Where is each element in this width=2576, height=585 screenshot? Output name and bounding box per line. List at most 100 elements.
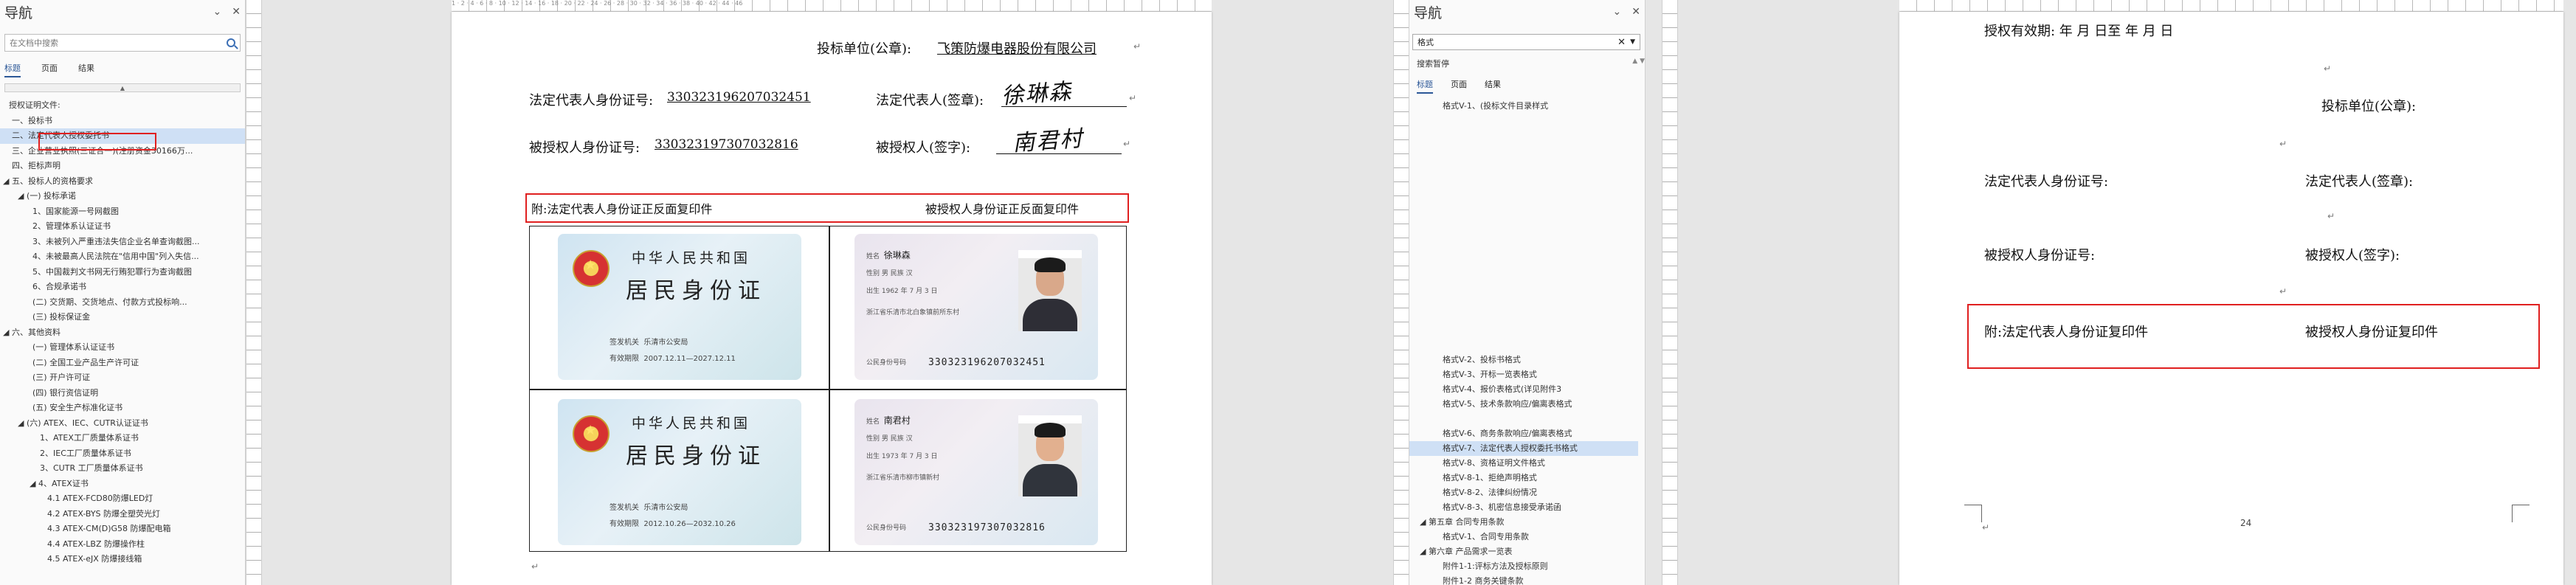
holder-photo xyxy=(1018,415,1082,496)
nav-heading-item[interactable]: 5、中国裁判文书网无行贿犯罪行为查询截图 xyxy=(0,265,245,280)
nav-heading-item[interactable]: 授权证明文件: xyxy=(0,98,245,114)
tab-pages[interactable]: 页面 xyxy=(41,62,58,77)
nav-heading-item[interactable]: (三) 投标保证金 xyxy=(0,310,245,325)
tab-headings[interactable]: 标题 xyxy=(1417,78,1433,94)
valid-value: 2007.12.11—2027.12.11 xyxy=(643,355,736,363)
card-name: 居民身份证 xyxy=(626,278,766,304)
annotation-box-nav xyxy=(38,133,156,150)
nav-heading-item[interactable]: 1、ATEX工厂质量体系证书 xyxy=(0,431,245,446)
tab-results[interactable]: 结果 xyxy=(78,62,94,77)
id-card-legal-photo: 姓名 徐琳森 性别 男 民族 汉 出生 1962 年 7 月 3 日 浙江省乐清… xyxy=(854,234,1098,380)
auth-sign-label: 被授权人(签字): xyxy=(876,140,971,156)
holder-sex: 性别 男 民族 汉 xyxy=(866,435,913,443)
holder-name: 南君村 xyxy=(883,415,911,426)
nav-search-input[interactable]: 格式 ✕ ▼ xyxy=(1412,34,1640,50)
crop-mark xyxy=(2512,505,2530,522)
vertical-ruler xyxy=(1393,0,1409,585)
chevron-down-icon[interactable]: ⌄ xyxy=(1613,6,1622,18)
nav-heading-item[interactable]: 格式V-8-1、拒绝声明格式 xyxy=(1409,471,1537,485)
nav-heading-item[interactable]: 格式V-8-2、法律纠纷情况 xyxy=(1409,485,1537,500)
valid-label: 有效期限 xyxy=(610,520,639,528)
nav-heading-item[interactable]: 4.1 ATEX-FCD80防爆LED灯 xyxy=(0,491,245,507)
close-icon[interactable]: ✕ xyxy=(232,6,241,18)
issuer-label: 签发机关 xyxy=(610,339,639,347)
search-icon[interactable] xyxy=(227,38,235,47)
nav-header: 导航 ⌄ ✕ xyxy=(0,0,245,24)
nav-heading-item[interactable]: ◢ 第六章 产品需求一览表 xyxy=(1409,544,1512,559)
nav-heading-item[interactable]: 2、管理体系认证证书 xyxy=(0,219,245,235)
scroll-up-arrow-icon[interactable]: ▲ xyxy=(4,83,241,92)
nav-heading-item[interactable]: ◢ 4、ATEX证书 xyxy=(0,477,245,492)
nav-search-input[interactable]: 在文档中搜索 xyxy=(4,34,241,52)
chevron-down-icon[interactable]: ▼ xyxy=(1630,38,1635,46)
nav-heading-item[interactable]: ◢ (六) ATEX、IEC、CUTR认证证书 xyxy=(0,416,245,432)
search-status: 搜索暂停 ▲ ▼ xyxy=(1417,58,1645,69)
close-icon[interactable]: ✕ xyxy=(1631,6,1640,18)
chevron-down-icon[interactable]: ⌄ xyxy=(213,6,222,18)
paragraph-mark: ↵ xyxy=(531,561,539,572)
tab-pages[interactable]: 页面 xyxy=(1451,78,1467,94)
nav-heading-item[interactable]: 格式V-7、法定代表人授权委托书格式 xyxy=(1409,441,1638,456)
tab-results[interactable]: 结果 xyxy=(1485,78,1501,94)
holder-name: 徐琳森 xyxy=(883,250,911,260)
annotation-box-annex xyxy=(1967,304,2540,369)
nav-heading-item[interactable]: 格式V-5、技术条款响应/偏离表格式 xyxy=(1409,397,1572,412)
valid-label: 有效期限 xyxy=(610,355,639,363)
nav-heading-item[interactable]: (三) 开户许可证 xyxy=(0,370,245,386)
nav-heading-item[interactable]: 格式V-6、商务条款响应/偏离表格式 xyxy=(1409,426,1572,441)
nav-heading-item[interactable]: 一、投标书 xyxy=(0,114,245,129)
nav-heading-item[interactable]: 四、拒标声明 xyxy=(0,159,245,174)
paragraph-mark: ↵ xyxy=(2279,139,2287,149)
nav-title: 导航 xyxy=(4,4,33,21)
nav-heading-item[interactable]: 4.5 ATEX-eJX 防爆接线箱 xyxy=(0,552,245,567)
nav-heading-item[interactable]: 6、合规承诺书 xyxy=(0,280,245,295)
nav-heading-item[interactable]: ◢ 第五章 合同专用条款 xyxy=(1409,515,1504,530)
annotation-box-annex xyxy=(525,193,1129,223)
nav-item[interactable]: 格式V-1、(投标文件目录样式 xyxy=(1443,100,1645,111)
auth-id-number: 330323197307032816 xyxy=(655,137,798,152)
nav-heading-item[interactable]: 4.4 ATEX-LBZ 防爆操作柱 xyxy=(0,537,245,553)
result-nav-arrows-icon[interactable]: ▲ ▼ xyxy=(1632,58,1645,69)
word-window: 导航 ⌄ ✕ 在文档中搜索 标题 页面 结果 ▲ 授权证明文件: 一、投标书 二、法… xyxy=(0,0,2576,585)
navigation-pane-right: 导航 ⌄ ✕ 格式 ✕ ▼ 搜索暂停 ▲ ▼ 标题 页面 结果 格式V-1、(投… xyxy=(1409,0,1646,585)
id-number-label: 公民身份号码 xyxy=(866,359,907,367)
bidder-label: 投标单位(公章): xyxy=(2321,99,2417,114)
nav-heading-item[interactable]: (五) 安全生产标准化证书 xyxy=(0,401,245,416)
nav-heading-item[interactable]: 1、国家能源一号网截图 xyxy=(0,204,245,220)
nav-heading-item[interactable]: 2、IEC工厂质量体系证书 xyxy=(0,446,245,462)
search-status-text: 搜索暂停 xyxy=(1417,59,1449,69)
clear-icon[interactable]: ✕ xyxy=(1617,37,1626,48)
nav-tabs: 标题 页面 结果 xyxy=(1417,78,1645,94)
nav-heading-item[interactable]: 3、未被列入严重违法失信企业名单查询截图... xyxy=(0,235,245,250)
auth-signature: 南君村 xyxy=(1012,125,1085,157)
nav-heading-item[interactable]: 格式V-8、资格证明文件格式 xyxy=(1409,456,1545,471)
nav-heading-item[interactable]: 附件1-1:评标方法及授标原则 xyxy=(1409,559,1548,574)
nav-heading-item[interactable]: ◢ (一) 投标承诺 xyxy=(0,189,245,204)
nav-heading-item[interactable]: 格式V-1、合同专用条款 xyxy=(1409,530,1529,544)
nav-heading-item[interactable]: (二) 交货期、交货地点、付款方式投标响... xyxy=(0,295,245,311)
document-page-2[interactable]: 授权有效期: 年 月 日至 年 月 日 ↵ 投标单位(公章): ↵ 法定代表人身… xyxy=(1899,12,2563,585)
nav-heading-item[interactable]: 格式V-2、投标书格式 xyxy=(1409,353,1521,367)
document-page-1[interactable]: 投标单位(公章): 飞策防爆电器股份有限公司 ↵ 法定代表人身份证号: 3303… xyxy=(452,12,1212,585)
vertical-ruler xyxy=(1662,0,1678,585)
nav-heading-item[interactable]: 3、CUTR 工厂质量体系证书 xyxy=(0,461,245,477)
nav-heading-item[interactable]: 4、未被最高人民法院在"信用中国"列入失信... xyxy=(0,249,245,265)
paragraph-mark: ↵ xyxy=(1982,522,1990,533)
table-divider xyxy=(530,389,1126,390)
legal-id-label: 法定代表人身份证号: xyxy=(529,93,654,108)
nav-heading-item[interactable]: 格式V-4、报价表格式(详见附件3 xyxy=(1409,382,1561,397)
nav-heading-item[interactable]: 4.3 ATEX-CM(D)G58 防爆配电箱 xyxy=(0,522,245,537)
nav-heading-item[interactable]: ◢ 五、投标人的资格要求 xyxy=(0,174,245,190)
nav-heading-item[interactable]: 4.2 ATEX-BYS 防爆全塑荧光灯 xyxy=(0,507,245,522)
nav-heading-item[interactable]: (二) 全国工业产品生产许可证 xyxy=(0,356,245,371)
nav-heading-item[interactable]: (四) 银行资信证明 xyxy=(0,386,245,401)
nav-heading-item[interactable]: ◢ 六、其他资料 xyxy=(0,325,245,341)
navigation-pane-left: 导航 ⌄ ✕ 在文档中搜索 标题 页面 结果 ▲ 授权证明文件: 一、投标书 二、法… xyxy=(0,0,246,585)
tab-headings[interactable]: 标题 xyxy=(4,62,21,77)
legal-id-number: 330323196207032451 xyxy=(667,90,811,105)
search-placeholder: 在文档中搜索 xyxy=(10,38,58,48)
nav-heading-item[interactable]: 格式V-8-3、机密信息接受承诺函 xyxy=(1409,500,1561,515)
nav-heading-item[interactable]: 格式V-3、开标一览表格式 xyxy=(1409,367,1537,382)
nav-heading-item[interactable]: (一) 管理体系认证证书 xyxy=(0,340,245,356)
nav-heading-item[interactable]: 附件1-2 商务关键条款 xyxy=(1409,574,1523,585)
